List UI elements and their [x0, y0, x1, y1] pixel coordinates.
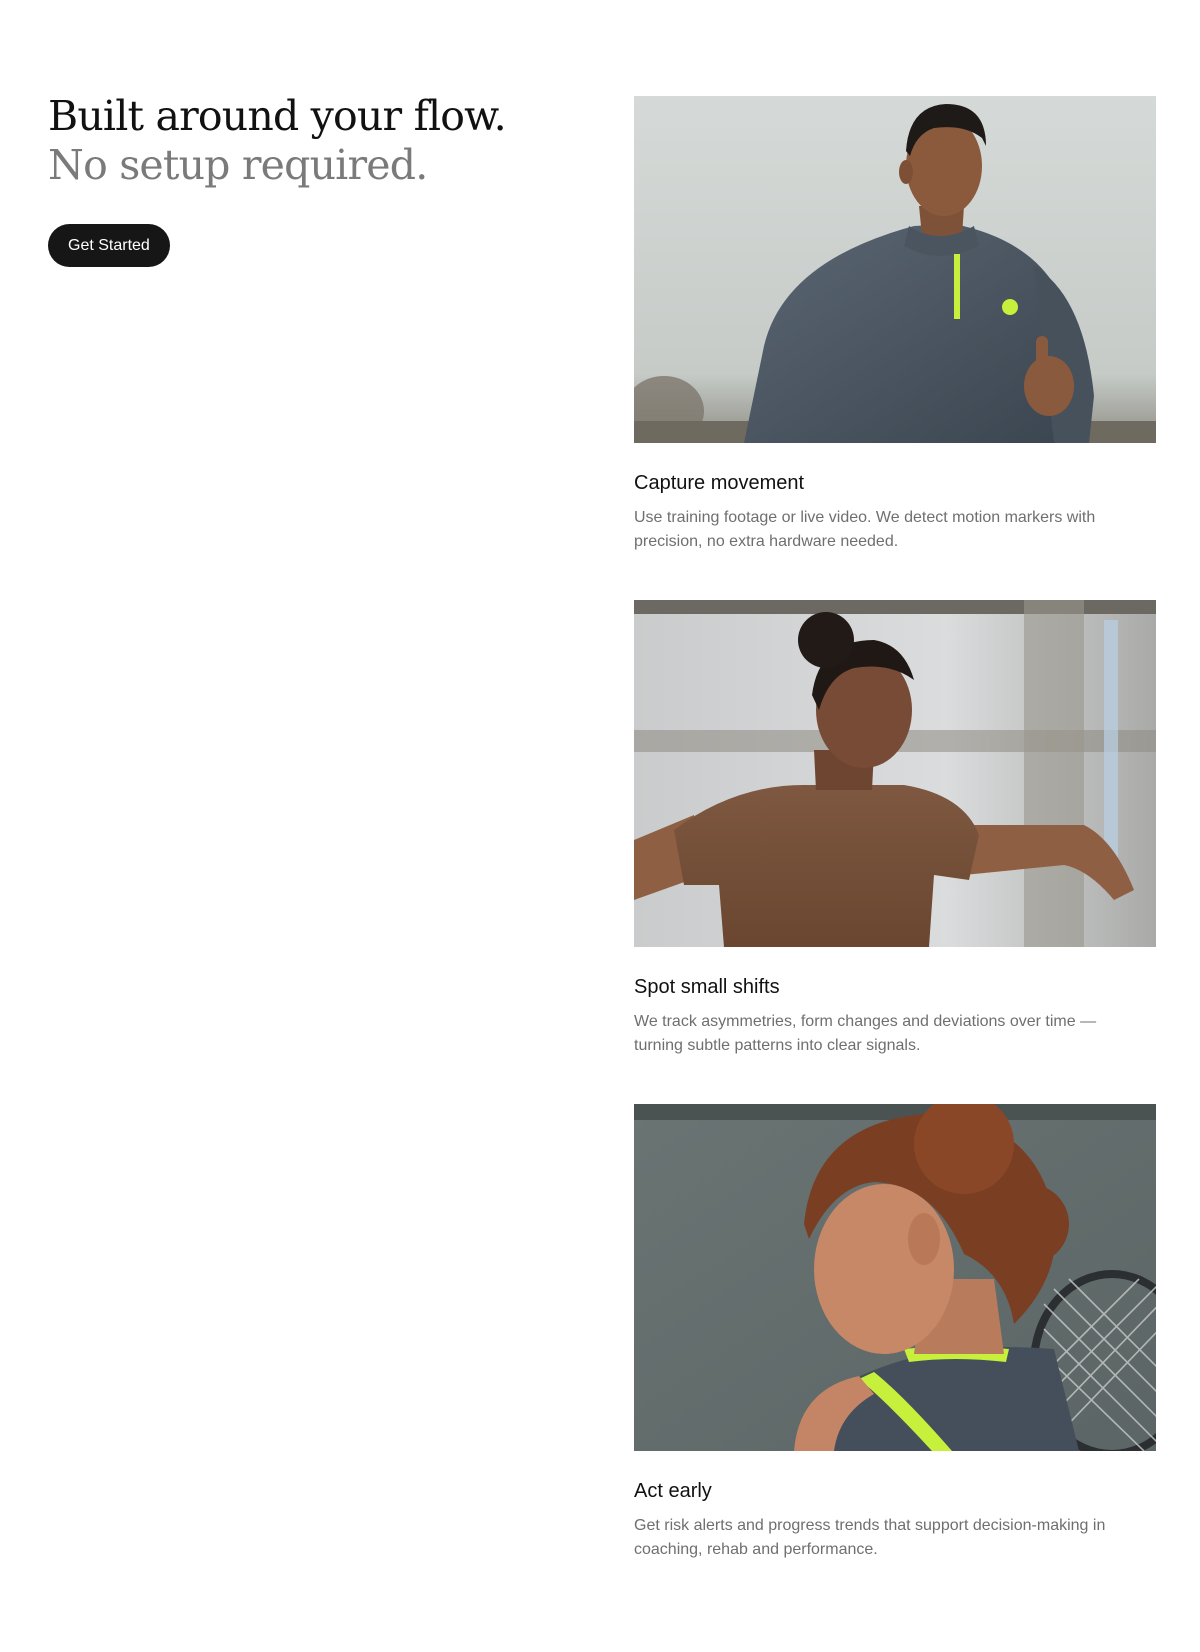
tennis-player-photo — [634, 1104, 1156, 1451]
get-started-button[interactable]: Get Started — [48, 224, 170, 267]
runner-photo — [634, 96, 1156, 443]
headline-secondary: No setup required. — [48, 141, 428, 189]
feature-card-act-early: Act early Get risk alerts and progress t… — [634, 1104, 1156, 1608]
hero-headline: Built around your flow. No setup require… — [48, 92, 568, 190]
headline-primary: Built around your flow. — [48, 92, 507, 140]
feature-title: Spot small shifts — [634, 976, 780, 998]
gymnast-photo — [634, 600, 1156, 947]
feature-title: Act early — [634, 1480, 712, 1502]
feature-card-spot-small-shifts: Spot small shifts We track asymmetries, … — [634, 600, 1156, 1104]
hero-section: Built around your flow. No setup require… — [48, 92, 568, 267]
feature-title: Capture movement — [634, 472, 805, 494]
feature-description: We track asymmetries, form changes and d… — [634, 1013, 1097, 1054]
feature-description: Get risk alerts and progress trends that… — [634, 1517, 1106, 1558]
feature-card-capture-movement: Capture movement Use training footage or… — [634, 96, 1156, 600]
feature-description: Use training footage or live video. We d… — [634, 509, 1096, 550]
features-list: Capture movement Use training footage or… — [634, 96, 1156, 1608]
